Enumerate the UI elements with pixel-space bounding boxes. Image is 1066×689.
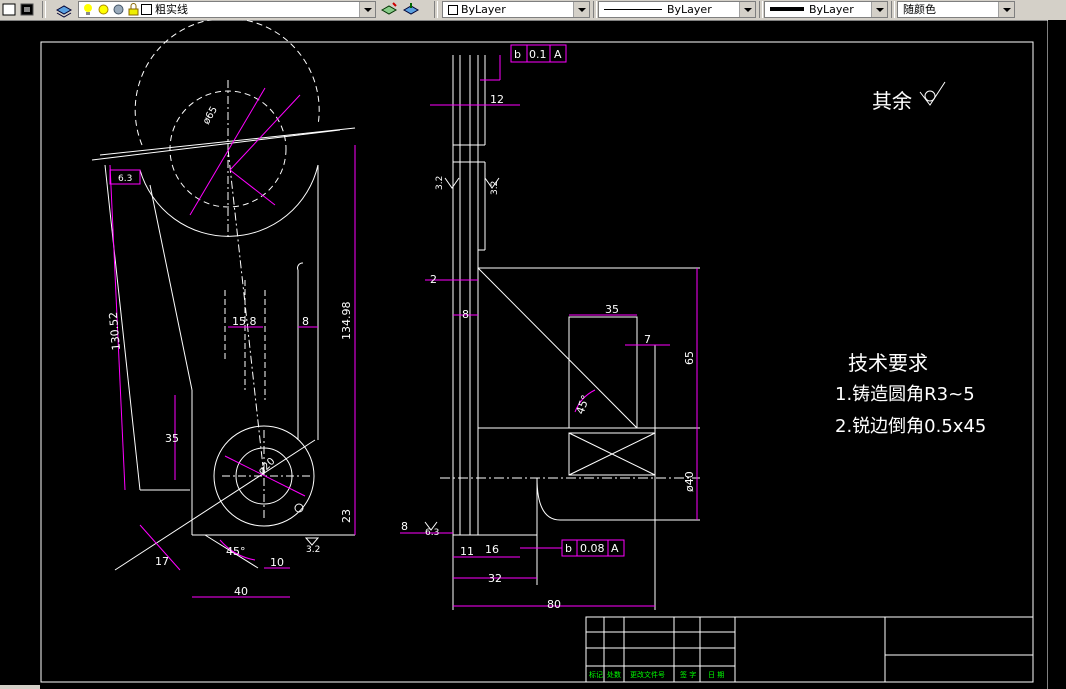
title-block-labels: 标记 处数 更改文件号 签 字 日 期 xyxy=(589,670,724,679)
make-layer-current-icon[interactable] xyxy=(380,1,398,18)
tol-top-datum: A xyxy=(554,48,562,61)
dim-2: 2 xyxy=(430,273,437,286)
plotstyle-dropdown-arrow[interactable] xyxy=(998,2,1014,17)
viewport-freeze-icon[interactable] xyxy=(112,3,125,20)
command-line-stub[interactable] xyxy=(0,685,40,689)
tol-top-symbol: b xyxy=(514,48,521,61)
angle-45-left: 45° xyxy=(226,545,246,558)
dim-8-bottom: 8 xyxy=(401,520,408,533)
dim-80: 80 xyxy=(547,598,561,611)
dim-12: 12 xyxy=(490,93,504,106)
toolbar-separator xyxy=(434,1,438,18)
title-cell-date: 日 期 xyxy=(708,671,724,679)
linetype-sample xyxy=(604,9,662,10)
notes: 其余 技术要求 1.铸造圆角R3~5 2.锐边倒角0.5x45 xyxy=(835,89,986,437)
linetype-combo-label: ByLayer xyxy=(667,3,712,16)
title-cell-count: 处数 xyxy=(607,670,621,679)
tolerance-frame-top: b 0.1 A xyxy=(510,44,567,63)
color-swatch xyxy=(448,5,458,15)
dim-11: 11 xyxy=(460,545,474,558)
color-dropdown-arrow[interactable] xyxy=(573,2,589,17)
roughness-other-note: 其余 xyxy=(872,89,912,113)
dia-65: ø65 xyxy=(201,105,220,127)
lineweight-control-combo[interactable]: ByLayer xyxy=(764,1,888,18)
layer-combo[interactable]: 粗实线 xyxy=(78,1,376,18)
tol-bottom-value: 0.08 xyxy=(580,542,605,555)
plotstyle-combo-label: 随颜色 xyxy=(903,3,936,16)
tol-bottom-symbol: b xyxy=(565,542,572,555)
lineweight-combo-label: ByLayer xyxy=(809,3,854,16)
dim-15-8: 15.8 xyxy=(232,315,257,328)
dim-130-52: 130.52 xyxy=(107,311,123,350)
dim-17: 17 xyxy=(155,555,169,568)
left-view-labels: 15.8 8 35 10 40 45° 17 3.2 6.3 134.98 13… xyxy=(107,105,353,598)
dim-dia-40: ø40 xyxy=(683,471,696,492)
left-view-geometry xyxy=(91,20,356,571)
dim-7: 7 xyxy=(644,333,651,346)
tolerance-frame-bottom: b 0.08 A xyxy=(561,539,625,557)
angle-45-right: 45° xyxy=(574,393,593,416)
rough-6-3-right: 6.3 xyxy=(425,528,439,538)
lineweight-dropdown-arrow[interactable] xyxy=(871,2,887,17)
title-cell-mark: 标记 xyxy=(589,670,603,679)
lightbulb-icon[interactable] xyxy=(82,3,94,20)
rough-3-2-bottom: 3.2 xyxy=(306,545,320,555)
title-cell-sign: 签 字 xyxy=(680,670,696,679)
dim-32: 32 xyxy=(488,572,502,585)
title-cell-change: 更改文件号 xyxy=(630,670,665,679)
toolbar-separator xyxy=(759,1,763,18)
tech-req-item-1: 1.铸造圆角R3~5 xyxy=(835,384,975,405)
dia-20: ø20 xyxy=(256,456,277,477)
properties-toolbar: 粗实线 ByLayer ByLayer ByLayer 随颜色 xyxy=(0,0,1066,21)
toolbar-separator xyxy=(42,1,46,18)
tol-bottom-datum: A xyxy=(611,542,619,555)
layer-manager-icon[interactable] xyxy=(55,1,73,18)
lineweight-sample xyxy=(770,7,804,11)
right-view-dimensions xyxy=(400,55,698,607)
rough-3-2-left: 3.2 xyxy=(435,176,445,190)
vertical-scrollbar[interactable] xyxy=(1048,20,1066,689)
color-combo-label: ByLayer xyxy=(461,3,506,16)
layer-previous-icon[interactable] xyxy=(402,1,420,18)
layer-dropdown-arrow[interactable] xyxy=(359,2,375,17)
dim-35-left: 35 xyxy=(165,432,179,445)
dim-134-98: 134.98 xyxy=(340,302,353,341)
dim-35-right: 35 xyxy=(605,303,619,316)
tool-button-2[interactable] xyxy=(18,1,36,18)
dim-8-left: 8 xyxy=(302,315,309,328)
dim-8-right: 8 xyxy=(462,308,469,321)
toolbar-separator xyxy=(593,1,597,18)
linetype-control-combo[interactable]: ByLayer xyxy=(598,1,756,18)
dim-16: 16 xyxy=(485,543,499,556)
toolbar-separator xyxy=(891,1,895,18)
drawing-canvas[interactable]: 标记 处数 更改文件号 签 字 日 期 15.8 8 35 10 40 45° … xyxy=(0,20,1066,689)
freeze-sun-icon[interactable] xyxy=(97,3,110,20)
rough-6-3-left: 6.3 xyxy=(118,174,132,184)
color-control-combo[interactable]: ByLayer xyxy=(442,1,590,18)
dim-40-left: 40 xyxy=(234,585,248,598)
tech-req-title: 技术要求 xyxy=(848,351,928,375)
tool-button-1[interactable] xyxy=(0,1,18,18)
right-view-geometry xyxy=(440,55,700,610)
dim-23: 23 xyxy=(340,509,353,523)
dim-10: 10 xyxy=(270,556,284,569)
roughness-other-icon xyxy=(919,81,946,106)
current-layer-label: 粗实线 xyxy=(155,3,188,16)
layer-color-swatch xyxy=(141,4,152,15)
linetype-dropdown-arrow[interactable] xyxy=(739,2,755,17)
tech-req-item-2: 2.锐边倒角0.5x45 xyxy=(835,416,986,437)
lock-icon[interactable] xyxy=(127,3,140,20)
tol-top-value: 0.1 xyxy=(529,48,547,61)
plotstyle-control-combo[interactable]: 随颜色 xyxy=(897,1,1015,18)
dim-65: 65 xyxy=(683,351,696,365)
